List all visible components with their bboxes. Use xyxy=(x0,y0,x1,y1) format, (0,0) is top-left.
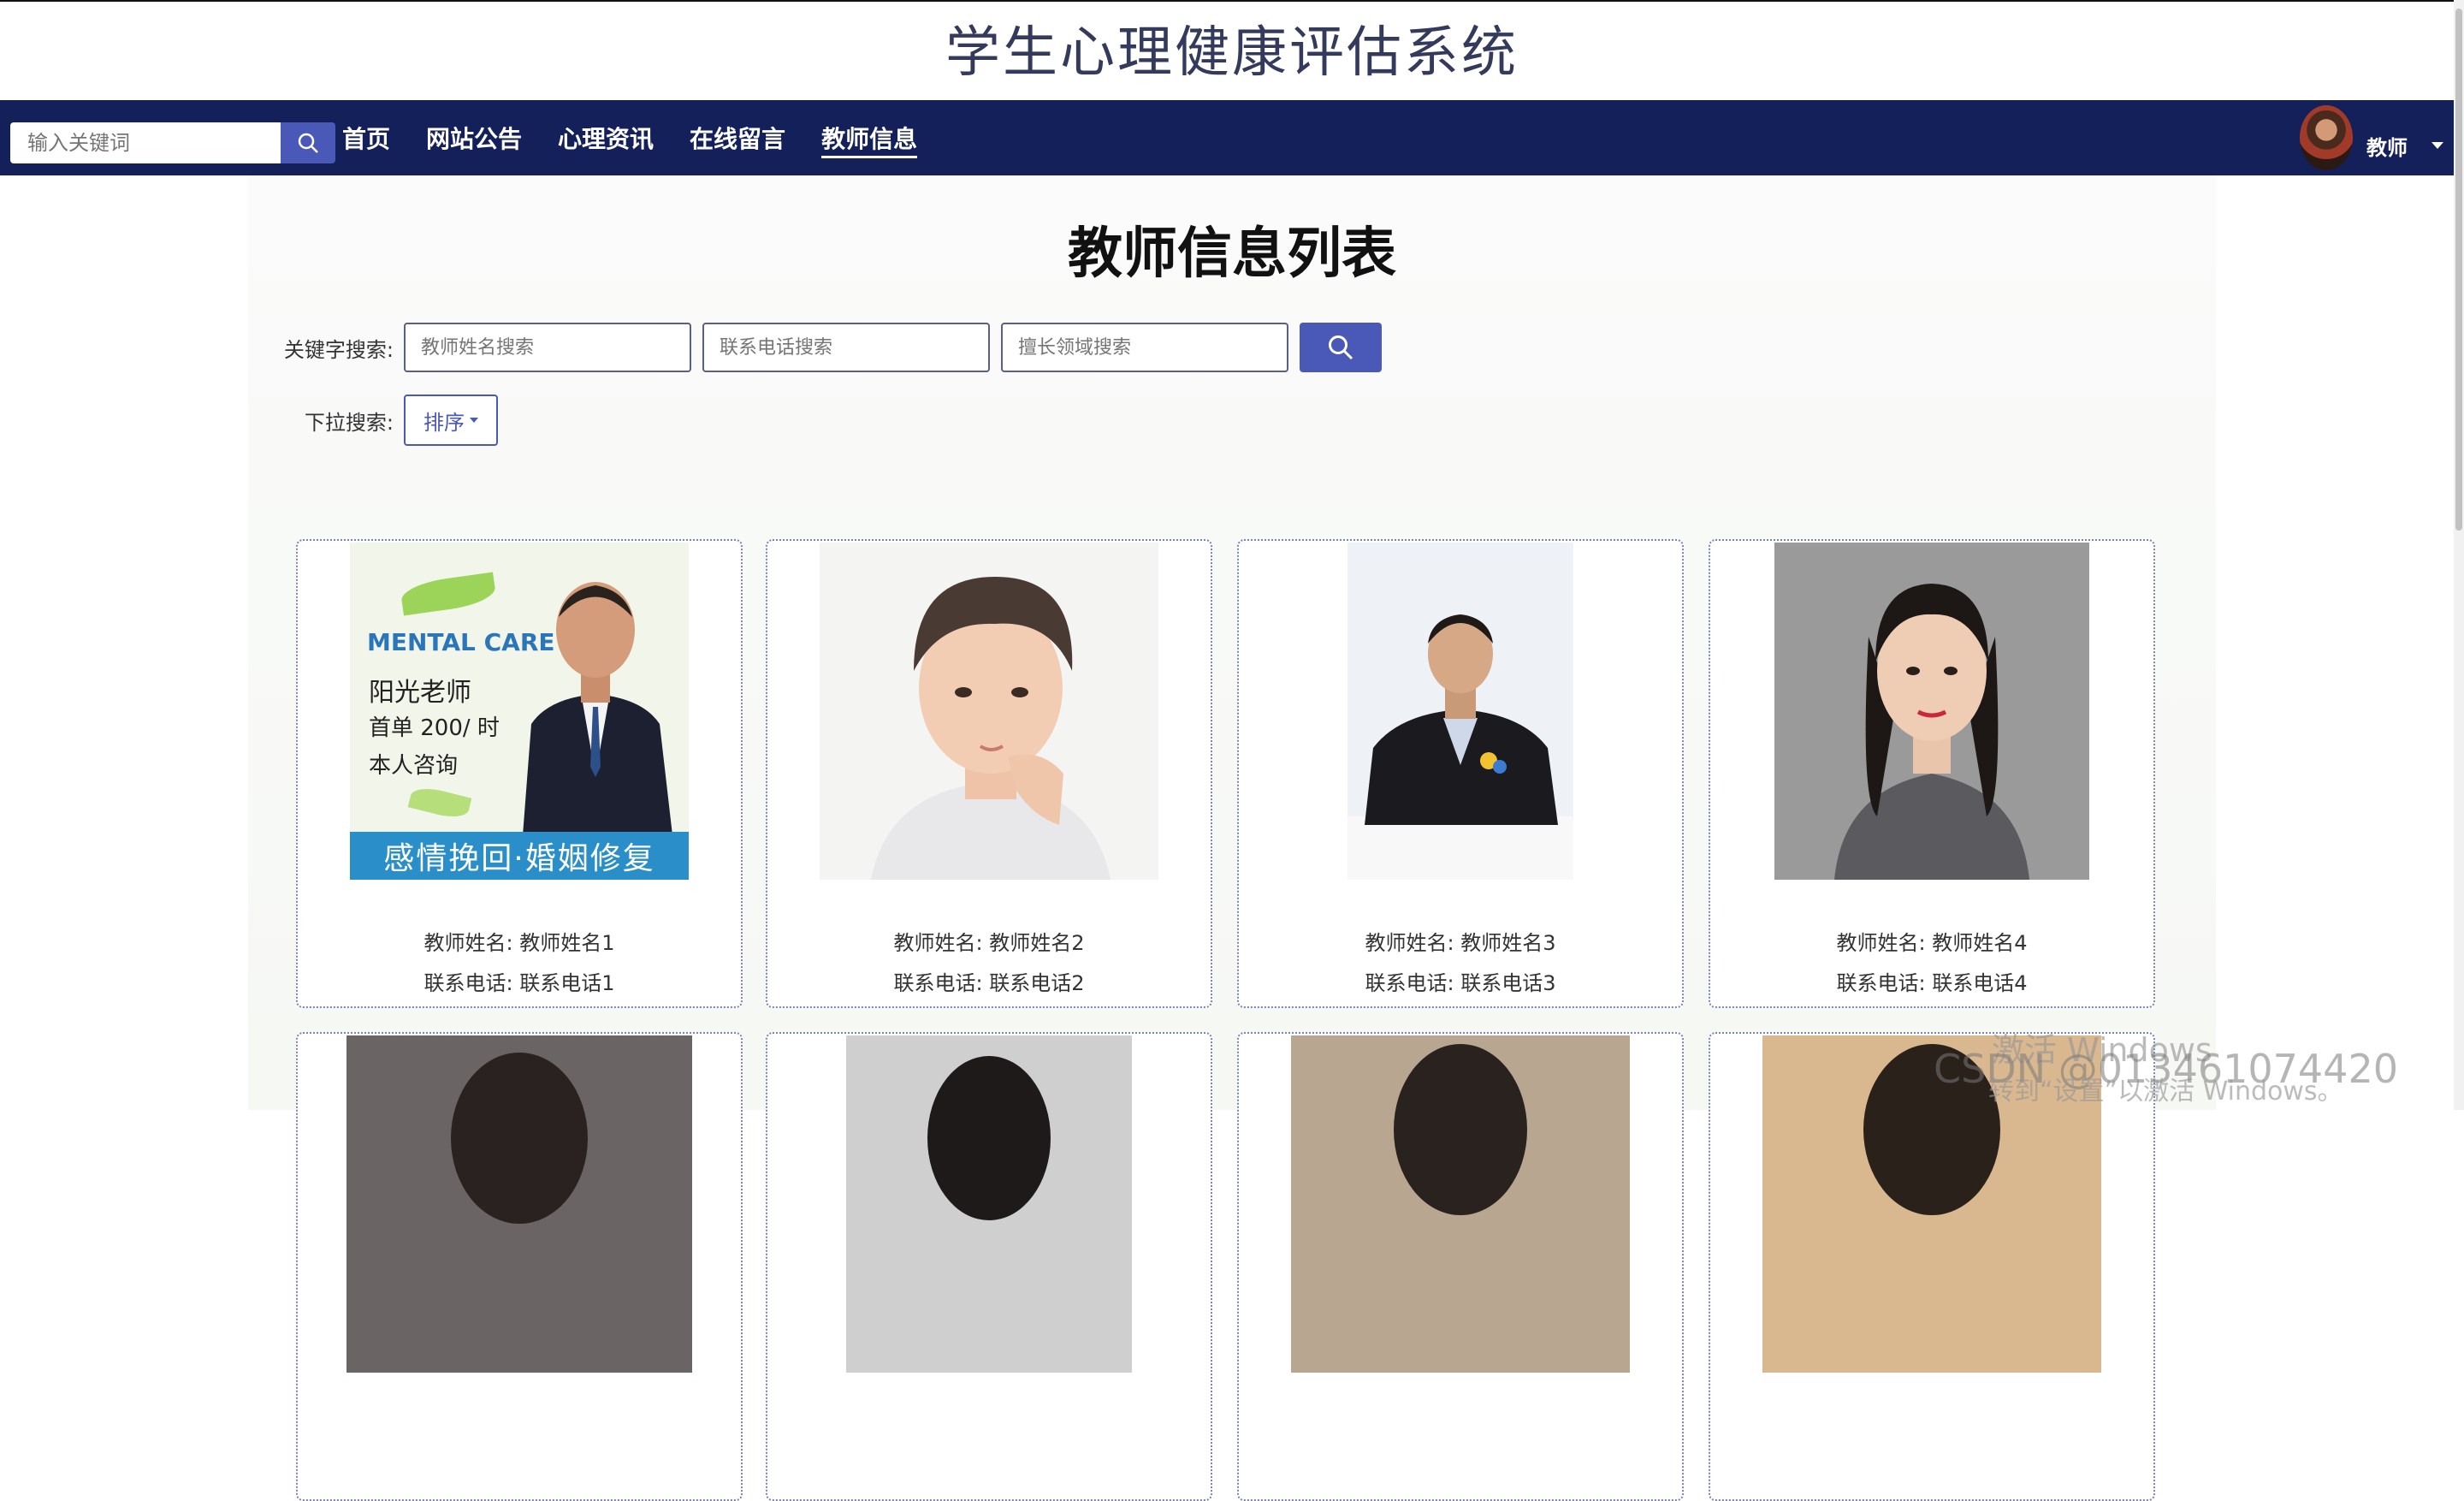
phone-search-input[interactable] xyxy=(702,323,990,372)
teacher-name-search-input[interactable] xyxy=(404,323,691,372)
nav-search xyxy=(10,122,335,163)
site-title: 学生心理健康评估系统 xyxy=(945,21,1519,85)
teacher-name: 教师姓名: 教师姓名3 xyxy=(1365,931,1556,955)
teacher-photo[interactable] xyxy=(1774,543,2089,880)
teacher-name: 教师姓名: 教师姓名1 xyxy=(424,931,615,955)
search-icon xyxy=(1329,335,1353,360)
user-name[interactable]: 教师 xyxy=(2366,131,2408,161)
user-menu[interactable]: 教师 xyxy=(2300,100,2443,175)
nav-bar: 首页 网站公告 心理资讯 在线留言 教师信息 教师 xyxy=(0,100,2454,175)
expertise-search-input[interactable] xyxy=(1001,323,1288,372)
teacher-card[interactable] xyxy=(296,1032,743,1501)
windows-watermark: 转到“设置”以激活 Windows。 xyxy=(1988,1077,2343,1106)
sort-dropdown-label: 排序 xyxy=(424,410,465,435)
nav-link-messages[interactable]: 在线留言 xyxy=(690,100,785,175)
teacher-photo[interactable] xyxy=(1291,1035,1630,1373)
teacher-portrait xyxy=(1834,584,2029,880)
teacher-photo[interactable] xyxy=(846,1035,1132,1373)
dropdown-search-row: 下拉搜索: 排序 xyxy=(274,395,498,446)
dropdown-search-label: 下拉搜索: xyxy=(304,410,394,435)
leaf-decoration xyxy=(400,572,497,616)
poster-line: 本人咨询 xyxy=(369,753,459,779)
scrollbar-thumb[interactable] xyxy=(2455,9,2462,531)
poster-banner: 感情挽回·婚姻修复 xyxy=(350,832,689,880)
page-scrollbar[interactable] xyxy=(2454,0,2464,1110)
teacher-photo[interactable] xyxy=(1348,543,1573,880)
teacher-portrait xyxy=(1348,614,1573,880)
teacher-card[interactable]: 教师姓名: 教师姓名3 联系电话: 联系电话3 xyxy=(1237,539,1684,1008)
teacher-name: 教师姓名: 教师姓名2 xyxy=(893,931,1085,955)
teacher-phone: 联系电话: 联系电话2 xyxy=(893,971,1085,995)
teacher-portrait xyxy=(523,582,672,835)
teacher-card[interactable] xyxy=(766,1032,1212,1501)
poster-line: 首单 200/ 时 xyxy=(369,715,500,741)
nav-link-announcements[interactable]: 网站公告 xyxy=(426,100,522,175)
teacher-card[interactable]: 教师姓名: 教师姓名4 联系电话: 联系电话4 xyxy=(1709,539,2155,1008)
teacher-photo[interactable]: MENTAL CARE 阳光老师 首单 200/ 时 本人咨询 感情挽回·婚姻修… xyxy=(350,543,689,880)
filter-search-button[interactable] xyxy=(1300,323,1382,372)
teacher-portrait xyxy=(451,1053,588,1224)
teacher-card[interactable]: 教师姓名: 教师姓名2 联系电话: 联系电话2 xyxy=(766,539,1212,1008)
teacher-portrait xyxy=(927,1056,1051,1220)
nav-links: 首页 网站公告 心理资讯 在线留言 教师信息 xyxy=(342,100,953,175)
poster-line: 阳光老师 xyxy=(369,678,471,708)
teacher-photo[interactable] xyxy=(346,1035,692,1373)
teacher-card[interactable] xyxy=(1237,1032,1684,1501)
nav-search-input[interactable] xyxy=(10,122,281,163)
nav-link-teachers[interactable]: 教师信息 xyxy=(821,100,918,175)
teacher-phone: 联系电话: 联系电话4 xyxy=(1836,971,2028,995)
nav-search-button[interactable] xyxy=(281,122,335,163)
nav-link-home[interactable]: 首页 xyxy=(342,100,390,175)
chevron-down-icon[interactable] xyxy=(2431,142,2443,149)
avatar[interactable] xyxy=(2300,105,2353,170)
site-header: 学生心理健康评估系统 xyxy=(0,0,2464,102)
teacher-portrait xyxy=(871,577,1111,880)
teacher-phone: 联系电话: 联系电话1 xyxy=(424,971,615,995)
page-title: 教师信息列表 xyxy=(1068,222,1396,286)
search-icon xyxy=(298,133,318,153)
keyword-search-row: 关键字搜索: xyxy=(274,323,1382,372)
leaf-decoration xyxy=(407,783,472,822)
teacher-photo[interactable] xyxy=(820,543,1158,880)
teacher-name: 教师姓名: 教师姓名4 xyxy=(1836,931,2028,955)
sort-dropdown[interactable]: 排序 xyxy=(404,395,498,446)
teacher-card[interactable]: MENTAL CARE 阳光老师 首单 200/ 时 本人咨询 感情挽回·婚姻修… xyxy=(296,539,743,1008)
teacher-phone: 联系电话: 联系电话3 xyxy=(1365,971,1556,995)
chevron-down-icon xyxy=(470,418,478,423)
teacher-portrait xyxy=(1394,1044,1527,1215)
keyword-search-label: 关键字搜索: xyxy=(283,337,394,362)
nav-link-psych-news[interactable]: 心理资讯 xyxy=(558,100,654,175)
